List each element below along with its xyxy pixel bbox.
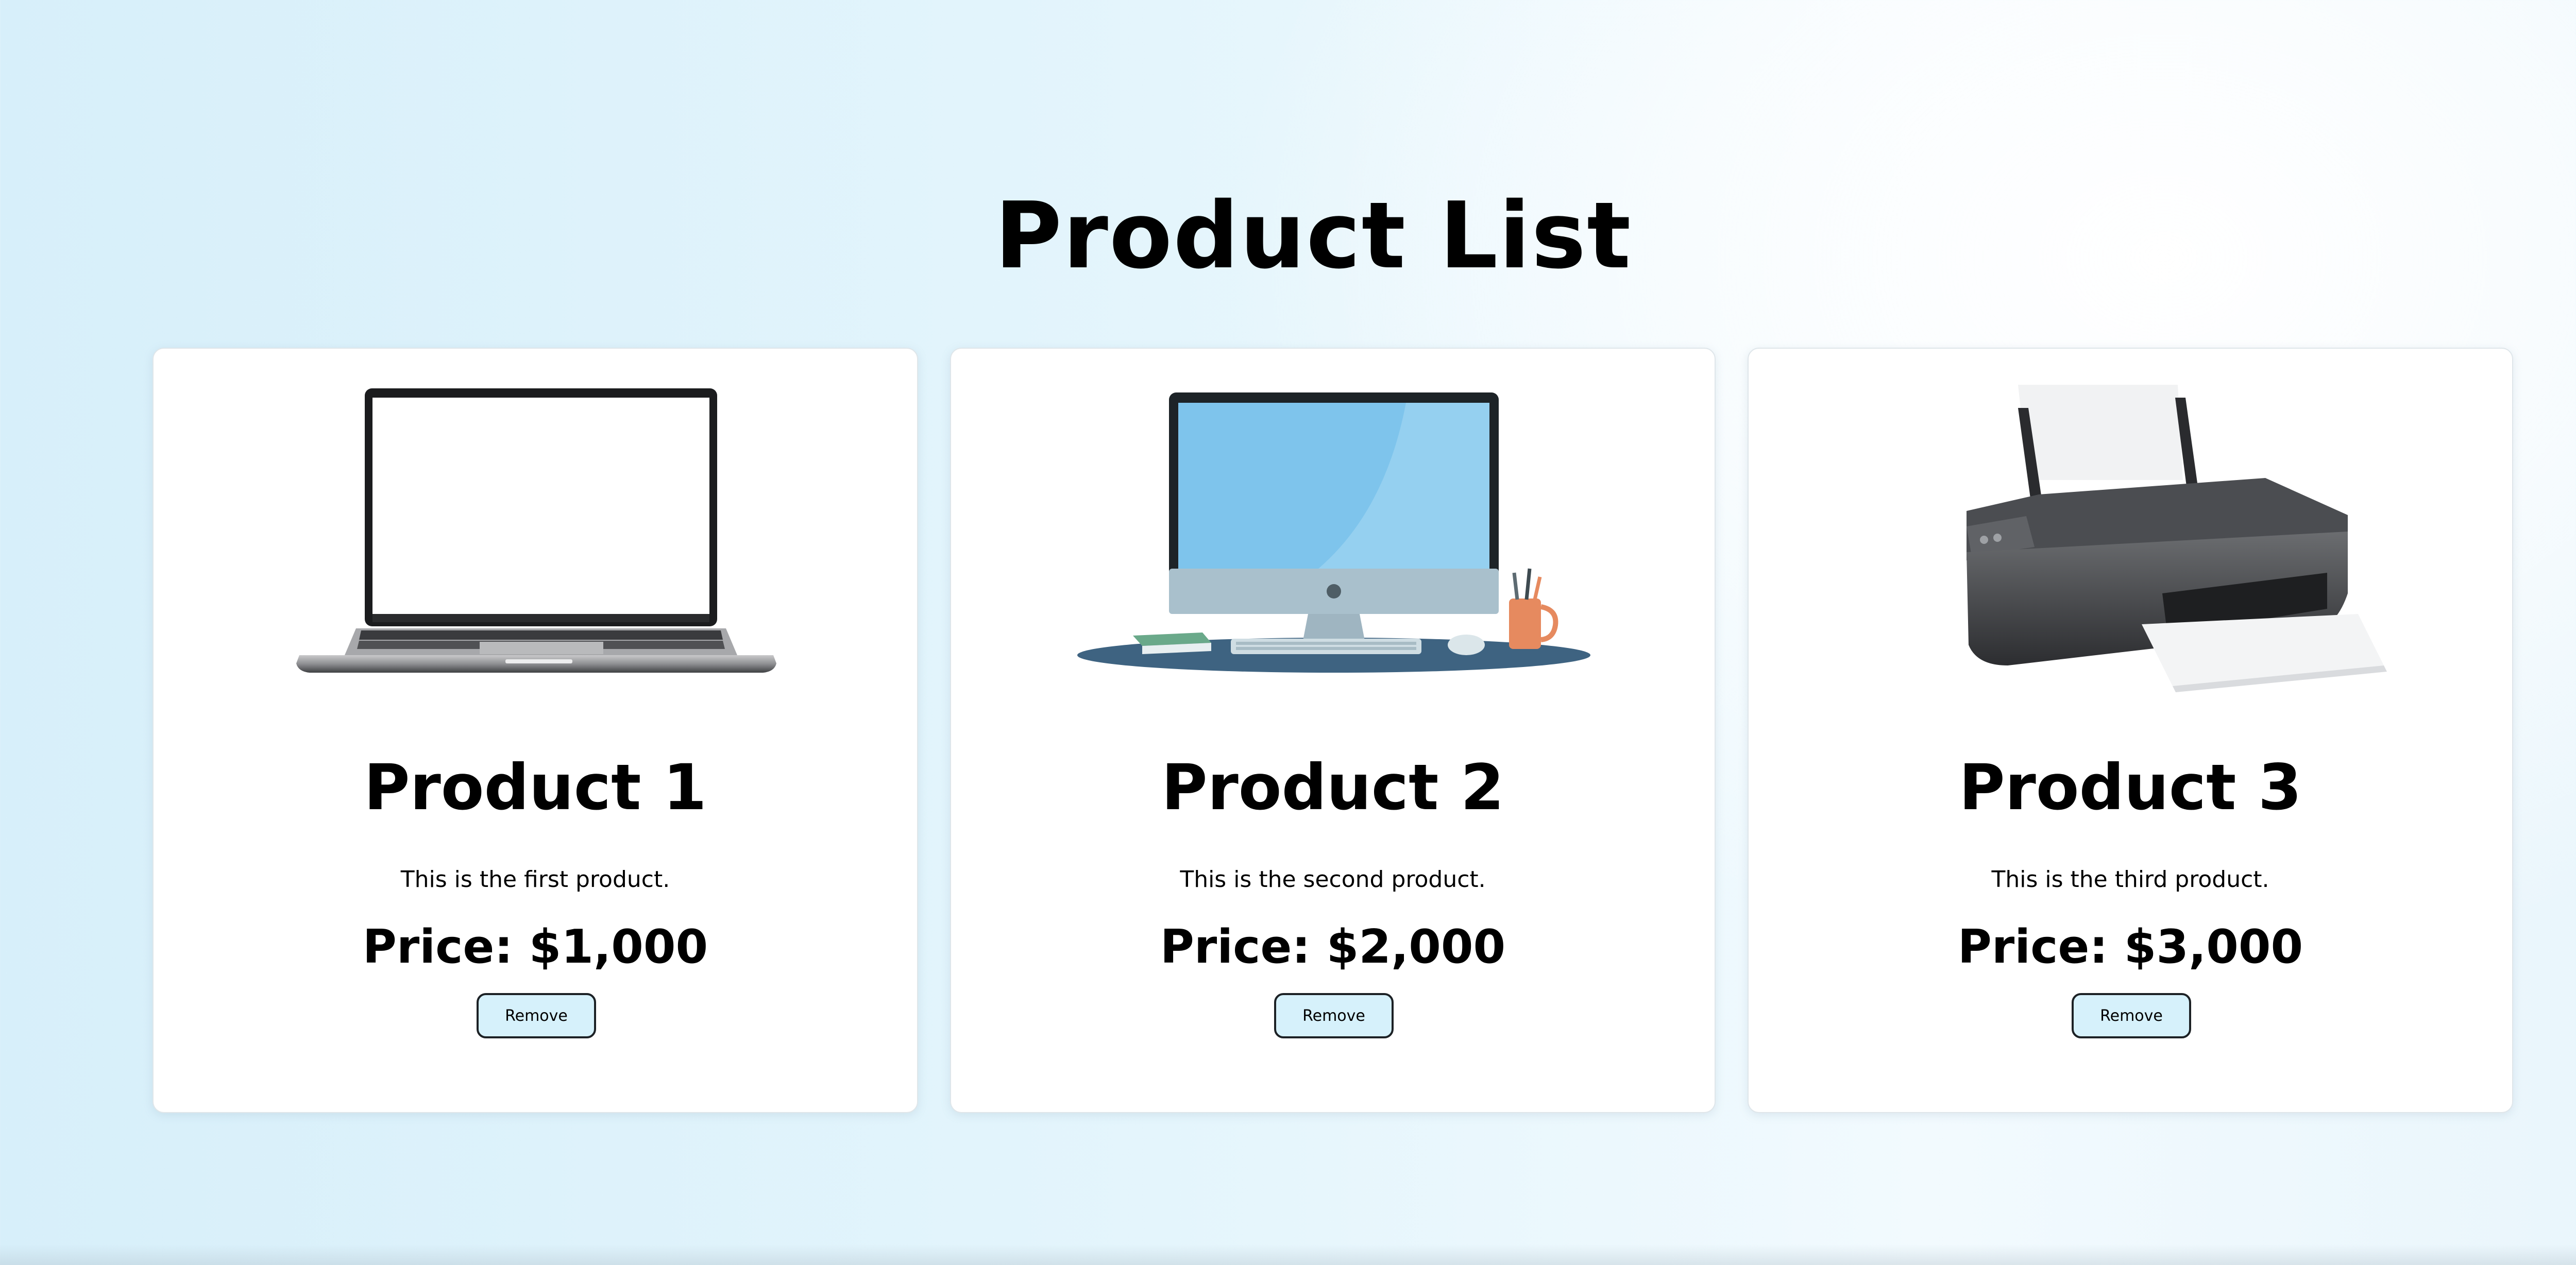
product-price: Price: $1,000 xyxy=(362,920,708,974)
product-name: Product 1 xyxy=(364,751,707,824)
product-price: Price: $3,000 xyxy=(1957,920,2303,974)
bottom-shadow xyxy=(0,1244,2576,1265)
laptop-icon xyxy=(296,388,776,673)
product-description: This is the first product. xyxy=(400,866,670,893)
product-card: Product 2 This is the second product. Pr… xyxy=(950,348,1716,1113)
remove-button[interactable]: Remove xyxy=(1274,993,1394,1038)
product-description: This is the third product. xyxy=(1991,866,2269,893)
product-card: Product 1 This is the first product. Pri… xyxy=(152,348,918,1113)
desktop-computer-icon xyxy=(1077,392,1590,673)
page-title: Product List xyxy=(994,182,1632,289)
product-name: Product 2 xyxy=(1161,751,1504,824)
product-description: This is the second product. xyxy=(1180,866,1486,893)
remove-button[interactable]: Remove xyxy=(2072,993,2191,1038)
printer-icon xyxy=(1967,385,2387,692)
product-card: Product 3 This is the third product. Pri… xyxy=(1748,348,2513,1113)
remove-button[interactable]: Remove xyxy=(477,993,596,1038)
product-list: Product 1 This is the first product. Pri… xyxy=(152,348,2513,1114)
product-name: Product 3 xyxy=(1959,751,2302,824)
product-price: Price: $2,000 xyxy=(1160,920,1506,974)
